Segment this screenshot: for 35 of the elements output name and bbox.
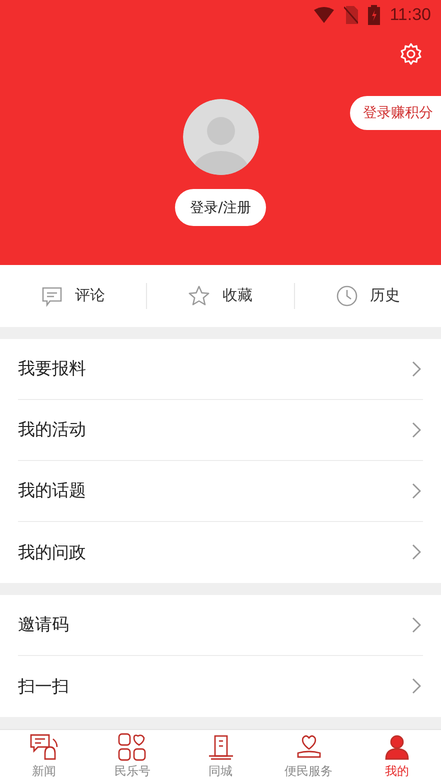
comment-icon — [41, 284, 64, 307]
person-icon — [382, 733, 411, 762]
chevron-right-icon — [412, 544, 421, 560]
menu-item[interactable]: 我的话题 — [18, 460, 423, 522]
chevron-right-icon — [412, 422, 421, 438]
nav-tab[interactable]: 同城 — [176, 730, 265, 784]
grid-icon — [118, 733, 146, 762]
news-bell-icon — [29, 733, 60, 762]
menu-item[interactable]: 我的问政 — [18, 522, 423, 583]
quick-action[interactable]: 历史 — [294, 264, 441, 327]
menu-item[interactable]: 邀请码 — [18, 594, 423, 656]
building-icon — [206, 733, 234, 762]
no-sim-icon — [344, 6, 358, 24]
nav-tab[interactable]: 民乐号 — [88, 730, 176, 784]
menu-item[interactable]: 我要报料 — [18, 338, 423, 400]
status-time: 11:30 — [390, 5, 431, 25]
battery-icon — [368, 5, 380, 25]
chevron-right-icon — [412, 678, 421, 694]
menu-item[interactable]: 我的活动 — [18, 400, 423, 461]
chevron-right-icon — [412, 360, 421, 377]
chevron-right-icon — [412, 482, 421, 499]
earn-points-button[interactable]: 登录赚积分 — [350, 96, 441, 130]
login-button[interactable]: 登录/注册 — [175, 189, 266, 226]
star-icon — [188, 284, 210, 307]
avatar-icon[interactable] — [182, 99, 258, 175]
nav-tab[interactable]: 我的 — [352, 730, 441, 784]
nav-tab[interactable]: 便民服务 — [264, 730, 353, 784]
wifi-icon — [314, 7, 334, 23]
chevron-right-icon — [412, 616, 421, 633]
quick-action[interactable]: 收藏 — [147, 264, 294, 327]
quick-action[interactable]: 评论 — [0, 264, 146, 327]
clock-icon — [336, 284, 358, 307]
settings-icon[interactable] — [399, 42, 423, 66]
menu-item[interactable]: 扫一扫 — [18, 656, 423, 717]
nav-tab[interactable]: 新闻 — [0, 730, 88, 784]
